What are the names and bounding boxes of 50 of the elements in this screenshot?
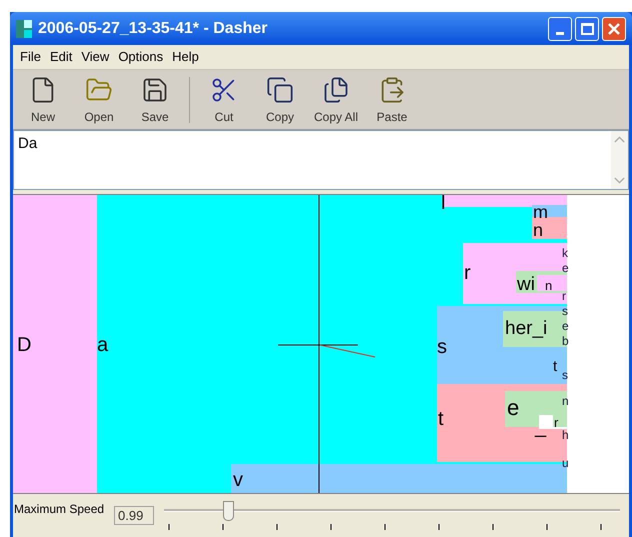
letter-label: b bbox=[562, 335, 569, 347]
letter-label: n bbox=[545, 279, 552, 292]
letter-label: u bbox=[562, 457, 569, 469]
letter-label: _ bbox=[535, 417, 546, 437]
letter-label: s bbox=[437, 337, 447, 357]
toolbar-button[interactable]: New bbox=[15, 72, 71, 128]
toolbar-button[interactable]: Cut bbox=[196, 72, 252, 128]
maximize-button[interactable] bbox=[575, 16, 599, 40]
letter-label: n bbox=[533, 221, 544, 239]
toolbar-button[interactable]: Copy bbox=[252, 72, 308, 128]
letter-label: t bbox=[553, 359, 558, 374]
toolbar-button[interactable]: Copy All bbox=[308, 72, 364, 128]
toolbar-button[interactable]: Open bbox=[71, 72, 127, 128]
letter-label: a bbox=[97, 335, 108, 355]
speed-field[interactable]: 0.99 bbox=[114, 506, 154, 525]
speed-label: Maximum Speed bbox=[14, 501, 104, 518]
close-button[interactable] bbox=[602, 16, 626, 40]
letter-label: m bbox=[533, 203, 548, 221]
menu-item[interactable]: File bbox=[17, 47, 44, 67]
letter-label: v bbox=[233, 470, 243, 490]
files-icon bbox=[322, 76, 350, 104]
letter-label: D bbox=[17, 335, 32, 355]
letter-label: r bbox=[554, 416, 558, 429]
slider-thumb[interactable] bbox=[222, 501, 234, 521]
letter-label: n bbox=[562, 395, 569, 407]
menu-item[interactable]: Help bbox=[169, 47, 202, 67]
copy-icon bbox=[266, 76, 294, 104]
text-editor[interactable]: Da bbox=[13, 130, 629, 190]
speed-slider[interactable] bbox=[164, 500, 620, 530]
letter-label: wi bbox=[517, 275, 535, 294]
menu-item[interactable]: Options bbox=[115, 47, 166, 67]
window-title: 2006-05-27_13-35-41* - Dasher bbox=[38, 18, 268, 38]
letter-label: e bbox=[562, 320, 569, 332]
letter-label: her_i bbox=[505, 319, 548, 338]
letter-label: r bbox=[464, 263, 471, 283]
scrollbar[interactable] bbox=[611, 131, 628, 189]
letter-label: r bbox=[562, 290, 566, 302]
toolbar-button[interactable]: Save bbox=[127, 72, 183, 128]
toolbar-button[interactable]: Paste bbox=[364, 72, 420, 128]
letter-label: k bbox=[562, 247, 568, 259]
menu-item[interactable]: View bbox=[78, 47, 112, 67]
letter-label: h bbox=[562, 429, 569, 441]
menu-item[interactable]: Edit bbox=[46, 47, 76, 67]
letter-label: s bbox=[562, 305, 568, 317]
close-icon bbox=[608, 22, 620, 34]
app-icon bbox=[16, 20, 32, 38]
letter-label: e bbox=[562, 262, 569, 274]
letter-label: t bbox=[438, 409, 444, 429]
letter-label: e bbox=[507, 397, 520, 419]
minimize-button[interactable] bbox=[548, 16, 572, 40]
